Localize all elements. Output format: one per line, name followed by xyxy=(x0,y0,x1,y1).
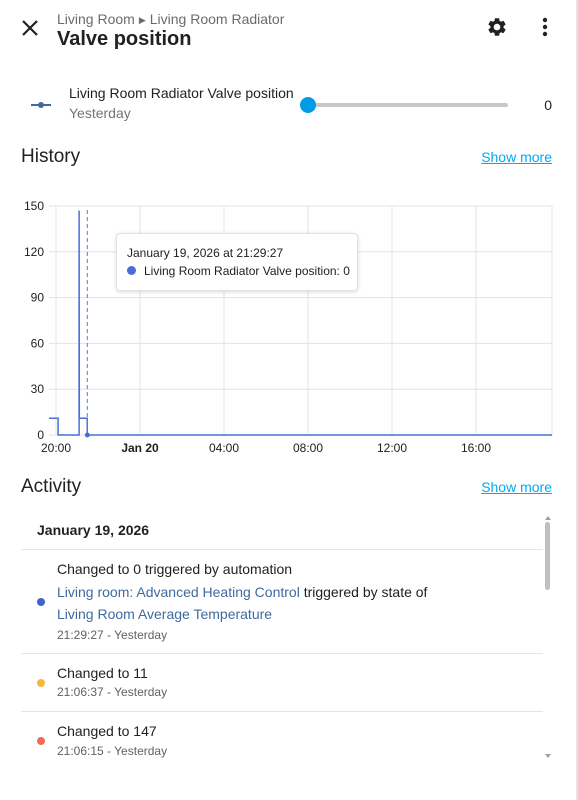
hover-point xyxy=(84,432,90,438)
tooltip-series-dot xyxy=(127,266,136,275)
activity-title: Activity xyxy=(21,476,82,497)
x-tick-label: 16:00 xyxy=(461,441,491,455)
activity-item: Changed to 147 21:06:15 - Yesterday xyxy=(21,712,543,770)
activity-show-more-link[interactable]: Show more xyxy=(481,479,552,495)
activity-date-header: January 19, 2026 xyxy=(37,522,150,538)
entity-last-changed: Yesterday xyxy=(69,105,131,121)
y-tick-label: 0 xyxy=(37,428,44,442)
scroll-down-arrow-icon[interactable] xyxy=(544,752,552,760)
entity-value: 0 xyxy=(544,97,552,113)
dialog-header: Living Room ▶ Living Room Radiator Valve p… xyxy=(0,0,578,64)
close-button[interactable] xyxy=(14,12,46,44)
activity-time: 21:06:37 - Yesterday xyxy=(57,685,168,699)
activity-dot xyxy=(37,598,45,606)
slider-track xyxy=(308,103,508,107)
activity-message: Changed to 147 xyxy=(57,723,157,739)
activity-trigger: Living room: Advanced Heating Control tr… xyxy=(57,584,427,600)
y-tick-label: 30 xyxy=(31,382,45,396)
slider-thumb[interactable] xyxy=(300,97,316,113)
scrollbar-thumb[interactable] xyxy=(545,522,550,590)
history-show-more-link[interactable]: Show more xyxy=(481,149,552,165)
y-tick-label: 150 xyxy=(24,199,44,213)
history-title: History xyxy=(21,146,81,167)
x-tick-label: 08:00 xyxy=(293,441,323,455)
valve-position-slider[interactable] xyxy=(300,96,508,114)
tooltip-series-value: Living Room Radiator Valve position: 0 xyxy=(144,264,350,278)
x-tick-label: Jan 20 xyxy=(121,441,159,455)
y-tick-label: 120 xyxy=(24,245,44,259)
activity-trigger-text: triggered by state of xyxy=(299,584,428,600)
x-tick-label: 04:00 xyxy=(209,441,239,455)
scroll-up-arrow-icon[interactable] xyxy=(544,514,552,522)
activity-trigger-entity: Living Room Average Temperature xyxy=(57,606,272,622)
activity-time: 21:29:27 - Yesterday xyxy=(57,628,168,642)
chart-tooltip: January 19, 2026 at 21:29:27 Living Room… xyxy=(116,233,358,291)
breadcrumb: Living Room ▶ Living Room Radiator xyxy=(57,11,284,27)
history-chart[interactable]: 0 30 60 90 120 150 20:00 Jan 20 04:00 08:00 12:00 1… xyxy=(0,190,578,460)
y-tick-label: 90 xyxy=(31,291,45,305)
close-icon xyxy=(22,20,38,36)
activity-message: Changed to 11 xyxy=(57,665,148,681)
automation-link[interactable]: Living room: Advanced Heating Control xyxy=(57,584,300,600)
tooltip-date: January 19, 2026 at 21:29:27 xyxy=(127,246,284,260)
page-title: Valve position xyxy=(57,28,192,50)
entity-name: Living Room Radiator Valve position xyxy=(69,85,294,101)
more-vert-icon xyxy=(542,17,548,37)
activity-message: Changed to 0 triggered by automation xyxy=(57,561,293,577)
activity-time: 21:06:15 - Yesterday xyxy=(57,744,168,758)
more-options-button[interactable] xyxy=(530,12,560,42)
x-tick-label: 20:00 xyxy=(41,441,71,455)
breadcrumb-area[interactable]: Living Room xyxy=(57,11,135,27)
breadcrumb-separator-icon: ▶ xyxy=(138,15,146,25)
gear-icon xyxy=(488,18,506,36)
x-tick-label: 12:00 xyxy=(377,441,407,455)
settings-button[interactable] xyxy=(482,12,512,42)
activity-dot xyxy=(37,737,45,745)
entity-link[interactable]: Living Room Average Temperature xyxy=(57,606,272,622)
activity-item: Changed to 0 triggered by automation Liv… xyxy=(21,550,543,654)
y-tick-label: 60 xyxy=(31,336,45,350)
valve-icon xyxy=(31,102,51,108)
breadcrumb-device[interactable]: Living Room Radiator xyxy=(150,11,285,27)
activity-dot xyxy=(37,679,45,687)
activity-item: Changed to 11 21:06:37 - Yesterday xyxy=(21,654,543,712)
activity-list: January 19, 2026 Changed to 0 triggered … xyxy=(21,514,543,800)
